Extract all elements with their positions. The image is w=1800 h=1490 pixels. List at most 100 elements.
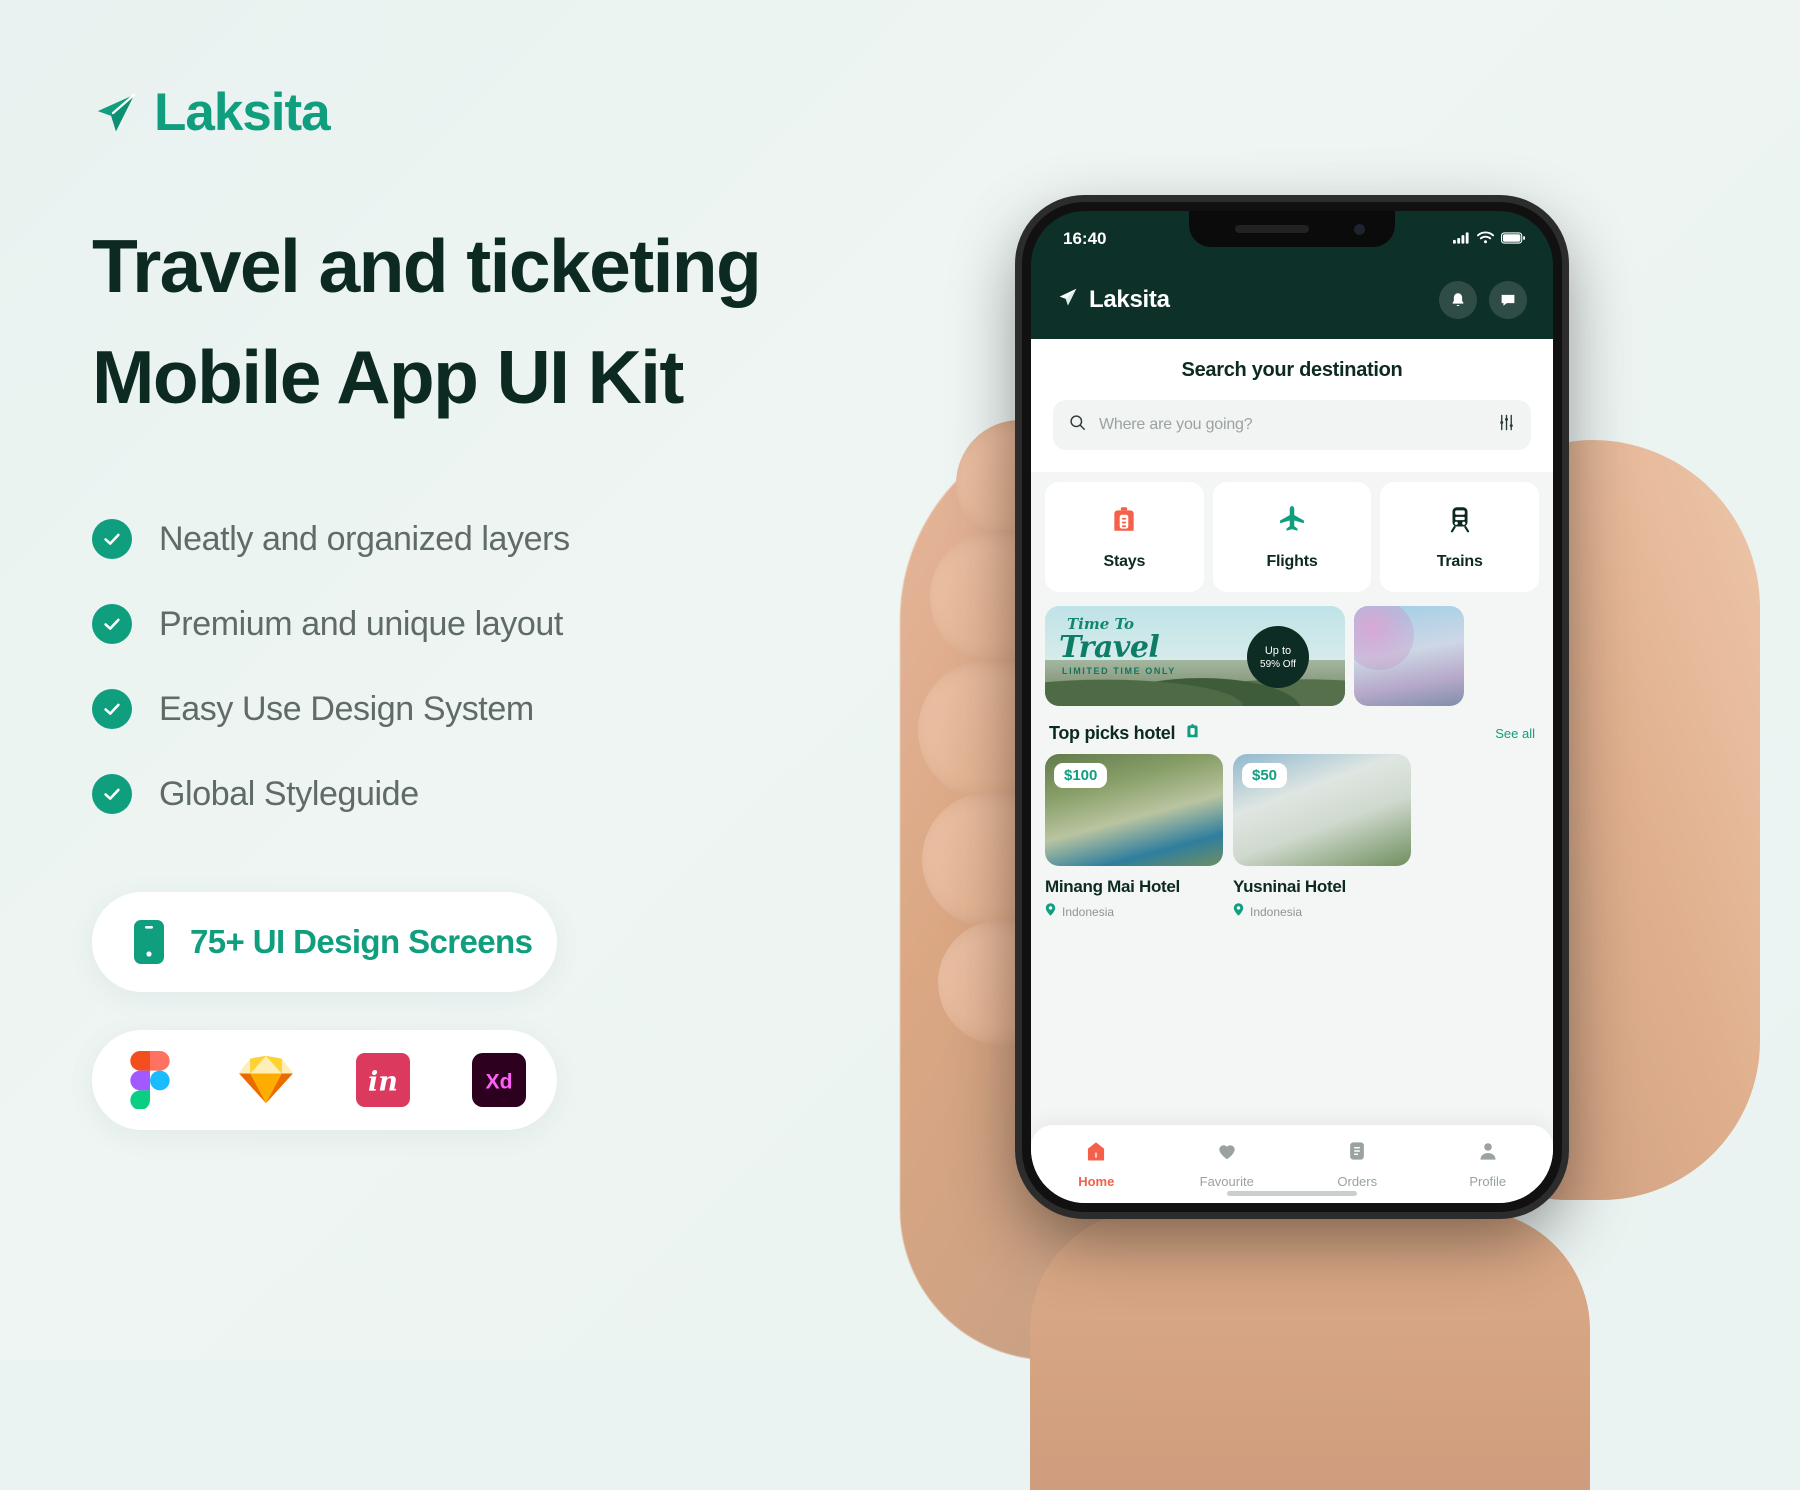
search-icon	[1068, 413, 1087, 437]
feature-label: Global Styleguide	[159, 774, 419, 813]
hotel-location: Indonesia	[1045, 903, 1223, 921]
filter-sliders-icon[interactable]	[1497, 413, 1516, 437]
app-content: Search your destination Where are you go…	[1031, 339, 1553, 1203]
page-title: Top picks hotel	[1049, 722, 1176, 743]
category-trains[interactable]: Trains	[1380, 482, 1540, 592]
location-pin-icon	[1045, 903, 1056, 921]
orders-icon	[1346, 1140, 1368, 1167]
tab-favourite[interactable]: Favourite	[1162, 1140, 1293, 1189]
search-placeholder: Where are you going?	[1099, 416, 1253, 433]
phone-notch	[1189, 211, 1395, 247]
tab-label: Favourite	[1199, 1173, 1254, 1189]
list-item: Easy Use Design System	[92, 689, 872, 729]
heart-icon	[1216, 1140, 1238, 1167]
hotel-card-list: $100 Minang Mai Hotel Indonesia $50 Yusn…	[1031, 754, 1553, 921]
headline-line-1: Travel and ticketing	[92, 224, 762, 308]
page-title: Travel and ticketing Mobile App UI Kit	[92, 211, 872, 433]
location-pin-icon	[1233, 903, 1244, 921]
svg-text:in: in	[368, 1067, 398, 1098]
promo-banner[interactable]: Time To Travel LIMITED TIME ONLY Up to 5…	[1045, 606, 1345, 706]
list-item: Global Styleguide	[92, 774, 872, 814]
tab-label: Profile	[1469, 1173, 1507, 1189]
feature-label: Premium and unique layout	[159, 604, 563, 643]
phone-screen: 16:40 Laksita Search your destination Wh…	[1031, 211, 1553, 1203]
hotel-photo: $50	[1233, 754, 1411, 866]
phone-mockup-panel: 16:40 Laksita Search your destination Wh…	[860, 0, 1800, 1490]
poster-canvas: Laksita Travel and ticketing Mobile App …	[0, 0, 1800, 1490]
status-icons	[1453, 229, 1525, 249]
promo-discount-badge: Up to 59% Off	[1247, 626, 1309, 688]
notification-bell-icon[interactable]	[1439, 281, 1477, 319]
category-label: Stays	[1103, 552, 1146, 570]
front-camera-icon	[1354, 224, 1365, 235]
paper-plane-icon	[1057, 287, 1078, 313]
person-icon	[1477, 1140, 1499, 1167]
screens-count-label: 75+ UI Design Screens	[190, 923, 533, 960]
airplane-icon	[1277, 504, 1307, 539]
earpiece-speaker	[1235, 225, 1309, 233]
tab-label: Orders	[1337, 1173, 1378, 1189]
list-item[interactable]: $100 Minang Mai Hotel Indonesia	[1045, 754, 1223, 921]
home-icon	[1085, 1140, 1107, 1167]
phone-device: 16:40 Laksita Search your destination Wh…	[1022, 202, 1562, 1212]
category-stays[interactable]: Stays	[1045, 482, 1204, 592]
see-all-link[interactable]: See all	[1495, 726, 1535, 741]
check-circle-icon	[92, 774, 132, 814]
hotel-name: Minang Mai Hotel	[1045, 877, 1180, 896]
promo-carousel[interactable]: Time To Travel LIMITED TIME ONLY Up to 5…	[1031, 606, 1553, 706]
figma-logo-icon	[119, 1049, 181, 1111]
signal-icon	[1453, 229, 1470, 249]
hotel-location-text: Indonesia	[1250, 905, 1303, 919]
feature-label: Neatly and organized layers	[159, 519, 570, 558]
svg-text:Xd: Xd	[485, 1071, 512, 1094]
wifi-icon	[1477, 229, 1494, 249]
brand-name: Laksita	[154, 83, 331, 142]
promo-banner-next[interactable]	[1354, 606, 1464, 706]
app-brand-name: Laksita	[1089, 286, 1170, 313]
search-input[interactable]: Where are you going?	[1053, 400, 1531, 450]
category-row: Stays Flights Trains	[1031, 472, 1553, 606]
list-item[interactable]: $50 Yusninai Hotel Indonesia	[1233, 754, 1411, 921]
hotel-price: $50	[1242, 763, 1288, 788]
status-time: 16:40	[1063, 229, 1107, 248]
category-flights[interactable]: Flights	[1212, 482, 1372, 592]
invision-logo-icon: in	[352, 1049, 414, 1111]
promo-badge-line-1: Up to	[1264, 644, 1292, 657]
promo-badge-line-2: 59% Off	[1260, 658, 1296, 670]
tab-orders[interactable]: Orders	[1292, 1140, 1423, 1189]
battery-icon	[1500, 229, 1525, 249]
hotel-building-icon	[1109, 504, 1139, 539]
mobile-phone-icon	[134, 920, 164, 964]
promo-title-line-2: Travel	[1059, 630, 1160, 665]
check-circle-icon	[92, 519, 132, 559]
screens-count-badge: 75+ UI Design Screens	[92, 892, 557, 992]
design-tools-row: in Xd	[92, 1030, 557, 1130]
chat-message-icon[interactable]	[1489, 281, 1527, 319]
tab-home[interactable]: Home	[1031, 1140, 1162, 1189]
train-icon	[1445, 504, 1475, 539]
app-header: Laksita	[1031, 265, 1553, 335]
section-title-wrap: Top picks hotel	[1049, 722, 1201, 744]
hotel-location-text: Indonesia	[1062, 905, 1115, 919]
hand-holding-phone-photo: 16:40 Laksita Search your destination Wh…	[860, 120, 1800, 1490]
list-item: Premium and unique layout	[92, 604, 872, 644]
tab-profile[interactable]: Profile	[1423, 1140, 1554, 1189]
header-actions	[1439, 281, 1527, 319]
tab-label: Home	[1078, 1173, 1115, 1189]
app-brand-lockup: Laksita	[1057, 286, 1170, 314]
paper-plane-icon	[92, 90, 138, 136]
check-circle-icon	[92, 604, 132, 644]
hotel-price: $100	[1054, 763, 1108, 788]
sketch-logo-icon	[235, 1049, 297, 1111]
category-label: Trains	[1436, 552, 1483, 570]
headline-line-2: Mobile App UI Kit	[92, 335, 684, 419]
feature-label: Easy Use Design System	[159, 689, 534, 728]
adobe-xd-logo-icon: Xd	[468, 1049, 530, 1111]
check-circle-icon	[92, 689, 132, 729]
search-title: Search your destination	[1181, 359, 1403, 381]
hotel-building-icon	[1184, 722, 1201, 744]
home-indicator	[1227, 1191, 1357, 1196]
wrist-shape	[1030, 1210, 1590, 1490]
category-label: Flights	[1266, 552, 1318, 570]
search-section: Search your destination Where are you go…	[1031, 339, 1553, 472]
